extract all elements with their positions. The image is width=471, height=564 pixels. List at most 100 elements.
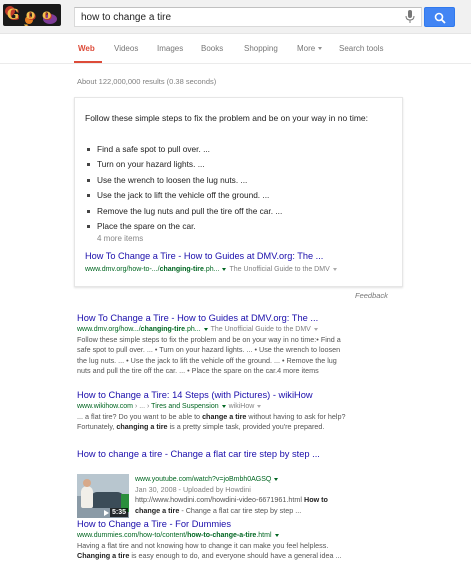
active-tab-indicator	[74, 61, 102, 63]
tab-search-tools[interactable]: Search tools	[339, 44, 383, 53]
breadcrumb[interactable]: Tires and Suspension	[151, 403, 218, 410]
search-input[interactable]	[81, 11, 401, 24]
result-url: www.wikihow.com › ... › Tires and Suspen…	[77, 401, 403, 412]
url-bold: how-to-change-a-tire	[187, 532, 257, 539]
answer-step: Use the jack to lift the vehicle off the…	[87, 188, 282, 203]
url-suffix: .ph...	[185, 326, 201, 333]
url-text: www.youtube.com/watch?v=joBmbh0AGSQ	[135, 476, 272, 483]
url-text: www.dummies.com/how-to/content/	[77, 532, 188, 539]
snippet-line: safe spot to pull over. ... • Turn on yo…	[77, 345, 341, 355]
snippet-line: change a tire - Change a flat car tire s…	[135, 506, 405, 516]
snippet-line: Changing a tire is easy enough to do, an…	[77, 551, 403, 561]
tab-more-label: More	[297, 44, 316, 53]
answer-step: Remove the lug nuts and pull the tire of…	[87, 204, 282, 219]
snippet-bold: change a tire	[135, 505, 180, 515]
dropdown-caret-icon[interactable]	[257, 404, 262, 408]
search-result: How to Change a Tire: 14 Steps (with Pic…	[77, 389, 403, 433]
snippet-text: - Change a flat car tire step by step ..…	[179, 505, 302, 515]
search-button[interactable]	[424, 7, 455, 27]
video-date: Jan 30, 2008 - Uploaded by Howdini	[135, 485, 251, 494]
thumbnail-person	[81, 486, 93, 508]
snippet-line: the lug nuts. ... • Use the jack to lift…	[77, 355, 337, 365]
search-result: How To Change a Tire - How to Guides at …	[77, 312, 403, 377]
result-snippet: Follow these simple steps to fix the pro…	[77, 335, 403, 377]
result-snippet: ... a flat tire? Do you want to be able …	[77, 412, 403, 433]
tab-images[interactable]: Images	[157, 44, 183, 53]
thumbnail-person-head	[83, 479, 91, 487]
search-header: G o o g l e	[0, 0, 471, 34]
snippet-text: without having to ask for help?	[246, 412, 346, 421]
microphone-icon[interactable]	[404, 10, 416, 24]
chevron-down-icon	[318, 47, 323, 51]
url-text: www.dmv.org/how.../	[77, 326, 141, 333]
breadcrumb-separator: › ... ›	[133, 403, 152, 410]
result-url: www.dummies.com/how-to/content/how-to-ch…	[77, 530, 403, 541]
result-url: www.dmv.org/how.../changing-tire.ph... Th…	[77, 324, 403, 335]
snippet-text: is easy enough to do, and everyone shoul…	[129, 551, 342, 561]
dropdown-caret-icon[interactable]	[313, 327, 318, 331]
snippet-line: nuts and pull the tire off the car. ... …	[77, 366, 319, 376]
play-icon	[104, 510, 109, 516]
snippet-bold: changing a tire	[116, 422, 168, 432]
snippet-line: Follow these simple steps to fix the pro…	[77, 335, 341, 344]
url-bold: changing-tire	[140, 326, 186, 333]
answer-step: Turn on your hazard lights. ...	[87, 157, 282, 172]
tab-books[interactable]: Books	[201, 44, 223, 53]
answer-step: Find a safe spot to pull over. ...	[87, 142, 282, 157]
result-stats: About 122,000,000 results (0.38 seconds)	[77, 77, 217, 86]
search-icon	[434, 12, 446, 24]
snippet-bold: change a tire	[202, 412, 247, 421]
snippet-text: http://www.howdini.com/howdini-video-667…	[135, 495, 304, 505]
source-name: wikiHow	[228, 403, 255, 410]
url-suffix: .html	[256, 532, 272, 539]
search-result: How to Change a Tire - For Dummies www.d…	[77, 518, 403, 562]
result-title[interactable]: How To Change a Tire - How to Guides at …	[77, 312, 403, 324]
more-items-link[interactable]: 4 more items	[97, 234, 143, 243]
dropdown-caret-icon[interactable]	[274, 477, 279, 481]
doodle-logo[interactable]: G o o g l e	[3, 4, 61, 26]
result-snippet: Having a flat tire and not knowing how t…	[77, 541, 403, 562]
video-thumbnail[interactable]: 5:35	[77, 474, 129, 518]
answer-intro: Follow these simple steps to fix the pro…	[85, 113, 369, 123]
video-meta: www.youtube.com/watch?v=joBmbh0AGSQ Jan …	[135, 474, 405, 516]
source-name: The Unofficial Guide to the DMV	[210, 326, 311, 333]
url-bold: changing-tire	[159, 266, 204, 273]
result-snippet: Jan 30, 2008 - Uploaded by Howdini http:…	[135, 485, 405, 516]
video-duration: 5:35	[109, 508, 128, 517]
dropdown-caret-icon[interactable]	[332, 267, 337, 271]
tab-more[interactable]: More	[297, 44, 323, 53]
dropdown-caret-icon[interactable]	[203, 327, 208, 331]
result-title[interactable]: How to Change a Tire - For Dummies	[77, 518, 403, 530]
result-url: www.youtube.com/watch?v=joBmbh0AGSQ	[135, 474, 405, 485]
result-title[interactable]: How to Change a Tire: 14 Steps (with Pic…	[77, 389, 403, 401]
answer-source-title[interactable]: How To Change a Tire - How to Guides at …	[85, 251, 323, 261]
dropdown-caret-icon[interactable]	[221, 404, 226, 408]
feedback-link[interactable]: Feedback	[355, 291, 388, 300]
thumbnail-car	[91, 492, 125, 508]
url-text: www.dmv.org/how-to-.../	[85, 266, 160, 273]
tab-web[interactable]: Web	[78, 44, 95, 53]
logo-text: G o o g l e	[7, 7, 53, 26]
snippet-bold: Changing a tire	[77, 551, 130, 561]
result-title[interactable]: How to change a tire - Change a flat car…	[77, 448, 417, 460]
answer-steps: Find a safe spot to pull over. ... Turn …	[87, 142, 282, 234]
snippet-line: Having a flat tire and not knowing how t…	[77, 541, 329, 550]
snippet-text: is a pretty simple task, provided you're…	[167, 422, 325, 432]
search-tabs: Web Videos Images Books Shopping More Se…	[0, 34, 471, 64]
answer-step: Place the spare on the car.	[87, 219, 282, 234]
search-box[interactable]	[74, 7, 422, 27]
snippet-line: Fortunately, changing a tire is a pretty…	[77, 422, 403, 432]
tab-videos[interactable]: Videos	[114, 44, 138, 53]
snippet-text: Fortunately,	[77, 422, 117, 432]
source-name: The Unofficial Guide to the DMV	[229, 266, 330, 273]
url-text: www.wikihow.com	[77, 403, 134, 410]
url-suffix: .ph...	[203, 266, 220, 273]
dropdown-caret-icon[interactable]	[222, 267, 227, 271]
answer-step: Use the wrench to loosen the lug nuts. .…	[87, 173, 282, 188]
snippet-bold: How to	[304, 495, 328, 505]
answer-source-url: www.dmv.org/how-to-.../changing-tire.ph.…	[85, 266, 340, 273]
tab-shopping[interactable]: Shopping	[244, 44, 278, 53]
snippet-text: ... a flat tire? Do you want to be able …	[77, 412, 203, 421]
video-result: How to change a tire - Change a flat car…	[77, 448, 417, 518]
dropdown-caret-icon[interactable]	[274, 533, 279, 537]
